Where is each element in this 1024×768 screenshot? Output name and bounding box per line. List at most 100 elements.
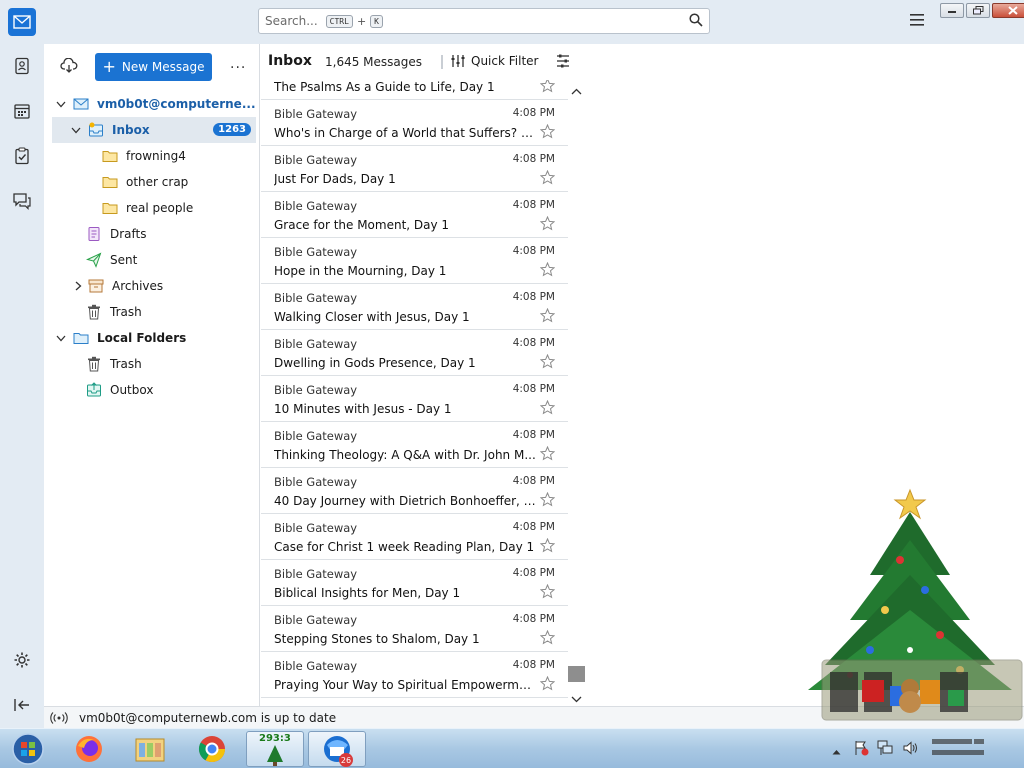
list-item[interactable]: Bible Gateway 4:08 PM Hope in the Mourning… — [261, 238, 568, 284]
start-button[interactable] — [0, 731, 56, 767]
chevron-right-icon[interactable] — [72, 281, 84, 291]
firefox-taskbar-button[interactable] — [60, 731, 118, 767]
list-item[interactable]: Bible Gateway 4:08 PM Thinking Theology: A… — [261, 422, 568, 468]
folder-sent[interactable]: Sent — [44, 247, 260, 273]
message-sender: Bible Gateway — [274, 613, 358, 627]
trash-icon — [86, 304, 102, 320]
message-time: 4:08 PM — [512, 153, 555, 165]
message-sender: Bible Gateway — [274, 521, 358, 535]
folder-real-people[interactable]: real people — [44, 195, 260, 221]
scroll-down-icon[interactable] — [571, 692, 582, 706]
connection-status-icon[interactable] — [50, 711, 68, 724]
star-icon[interactable] — [539, 491, 556, 510]
star-icon[interactable] — [539, 307, 556, 326]
drafts-icon — [86, 226, 102, 242]
folder-outbox[interactable]: Outbox — [44, 377, 260, 403]
calendar-icon[interactable] — [12, 101, 32, 121]
tray-expand-icon[interactable] — [832, 744, 841, 758]
account-icon — [73, 96, 89, 112]
address-book-icon[interactable] — [12, 56, 32, 76]
folder-title: Inbox — [268, 53, 312, 69]
message-sender: Bible Gateway — [274, 475, 358, 489]
list-item[interactable]: Bible Gateway 4:08 PM Stepping Stones to S… — [261, 606, 568, 652]
star-icon[interactable] — [539, 261, 556, 280]
list-item[interactable]: Bible Gateway 4:08 PM Grace for the Moment… — [261, 192, 568, 238]
star-icon[interactable] — [539, 80, 556, 96]
account-row[interactable]: vm0b0t@computerne... — [44, 91, 260, 117]
status-text: vm0b0t@computernewb.com is up to date — [79, 710, 337, 725]
explorer-taskbar-button[interactable] — [121, 731, 179, 767]
quick-filter-button[interactable]: Quick Filter — [451, 54, 538, 68]
scrollbar-thumb[interactable] — [568, 666, 585, 682]
network-icon[interactable] — [877, 740, 894, 759]
plus-icon: + — [102, 57, 116, 76]
folder-inbox[interactable]: Inbox 1263 — [52, 117, 256, 143]
list-item[interactable]: Bible Gateway 4:08 PM Who's in Charge of a… — [261, 100, 568, 146]
system-clock[interactable] — [930, 735, 988, 766]
message-sender: Bible Gateway — [274, 153, 358, 167]
restore-button[interactable] — [966, 3, 990, 18]
star-icon[interactable] — [539, 215, 556, 234]
minimize-button[interactable] — [940, 3, 964, 18]
chevron-down-icon[interactable] — [55, 335, 67, 342]
list-item[interactable]: Bible Gateway 4:08 PM Biblical Insights fo… — [261, 560, 568, 606]
folder-other-crap[interactable]: other crap — [44, 169, 260, 195]
folder-drafts[interactable]: Drafts — [44, 221, 260, 247]
list-item[interactable]: Bible Gateway 4:08 PM 40 Day Journey with … — [261, 468, 568, 514]
star-icon[interactable] — [539, 353, 556, 372]
folder-label: Sent — [110, 253, 138, 267]
list-item[interactable]: Bible Gateway 4:08 PM 10 Minutes with Jesu… — [261, 376, 568, 422]
firefox-icon — [76, 736, 102, 762]
message-list-scrollbar[interactable] — [568, 80, 585, 706]
shortcut-plus: + — [356, 14, 367, 28]
search-icon[interactable] — [689, 13, 703, 30]
thunderbird-taskbar-button[interactable]: 26 — [308, 731, 366, 767]
search-bar[interactable]: Search... CTRL + K — [258, 8, 710, 34]
tree-taskbar-button[interactable]: 293:3 — [246, 731, 304, 767]
volume-icon[interactable] — [902, 740, 918, 759]
chevron-down-icon[interactable] — [55, 101, 67, 108]
list-item[interactable]: Bible Gateway 4:08 PM Praying Your Way to … — [261, 652, 568, 698]
collapse-spaces-icon[interactable] — [12, 695, 32, 715]
star-icon[interactable] — [539, 583, 556, 602]
chat-icon[interactable] — [12, 191, 32, 211]
inbox-label: Inbox — [112, 123, 150, 137]
folder-frowning4[interactable]: frowning4 — [44, 143, 260, 169]
display-options-icon[interactable] — [556, 54, 570, 71]
new-message-button[interactable]: + New Message — [95, 53, 212, 81]
star-icon[interactable] — [539, 169, 556, 188]
folder-local-trash[interactable]: Trash — [44, 351, 260, 377]
folder-label: Trash — [110, 357, 142, 371]
chrome-taskbar-button[interactable] — [183, 731, 241, 767]
tree-counter: 293:3 — [259, 733, 291, 744]
folder-archives[interactable]: Archives — [44, 273, 260, 299]
local-folders-row[interactable]: Local Folders — [44, 325, 260, 351]
star-icon[interactable] — [539, 629, 556, 648]
folder-pane-menu-button[interactable]: ... — [230, 56, 246, 72]
list-item[interactable]: Bible Gateway 4:08 PM Just For Dads, Day 1 — [261, 146, 568, 192]
star-icon[interactable] — [539, 537, 556, 556]
app-menu-icon[interactable] — [910, 14, 924, 29]
tasks-icon[interactable] — [12, 146, 32, 166]
folder-trash[interactable]: Trash — [44, 299, 260, 325]
message-time: 4:08 PM — [512, 107, 555, 119]
chevron-down-icon[interactable] — [70, 127, 82, 134]
get-messages-icon[interactable] — [60, 57, 78, 77]
settings-icon[interactable] — [12, 650, 32, 670]
mail-space-button[interactable] — [8, 8, 36, 36]
close-button[interactable] — [992, 3, 1024, 18]
message-sender: Bible Gateway — [274, 291, 358, 305]
star-icon[interactable] — [539, 399, 556, 418]
action-center-icon[interactable] — [853, 740, 869, 759]
list-item[interactable]: Bible Gateway 4:08 PM Walking Closer with … — [261, 284, 568, 330]
message-sender: Bible Gateway — [274, 567, 358, 581]
star-icon[interactable] — [539, 675, 556, 694]
scroll-up-icon[interactable] — [571, 84, 582, 98]
star-icon[interactable] — [539, 123, 556, 142]
message-subject: Walking Closer with Jesus, Day 1 — [274, 310, 470, 324]
spaces-toolbar — [0, 0, 44, 728]
star-icon[interactable] — [539, 445, 556, 464]
list-item[interactable]: Bible Gateway 4:08 PM Case for Christ 1 we… — [261, 514, 568, 560]
list-item[interactable]: The Psalms As a Guide to Life, Day 1 — [261, 80, 568, 100]
list-item[interactable]: Bible Gateway 4:08 PM Dwelling in Gods Pre… — [261, 330, 568, 376]
